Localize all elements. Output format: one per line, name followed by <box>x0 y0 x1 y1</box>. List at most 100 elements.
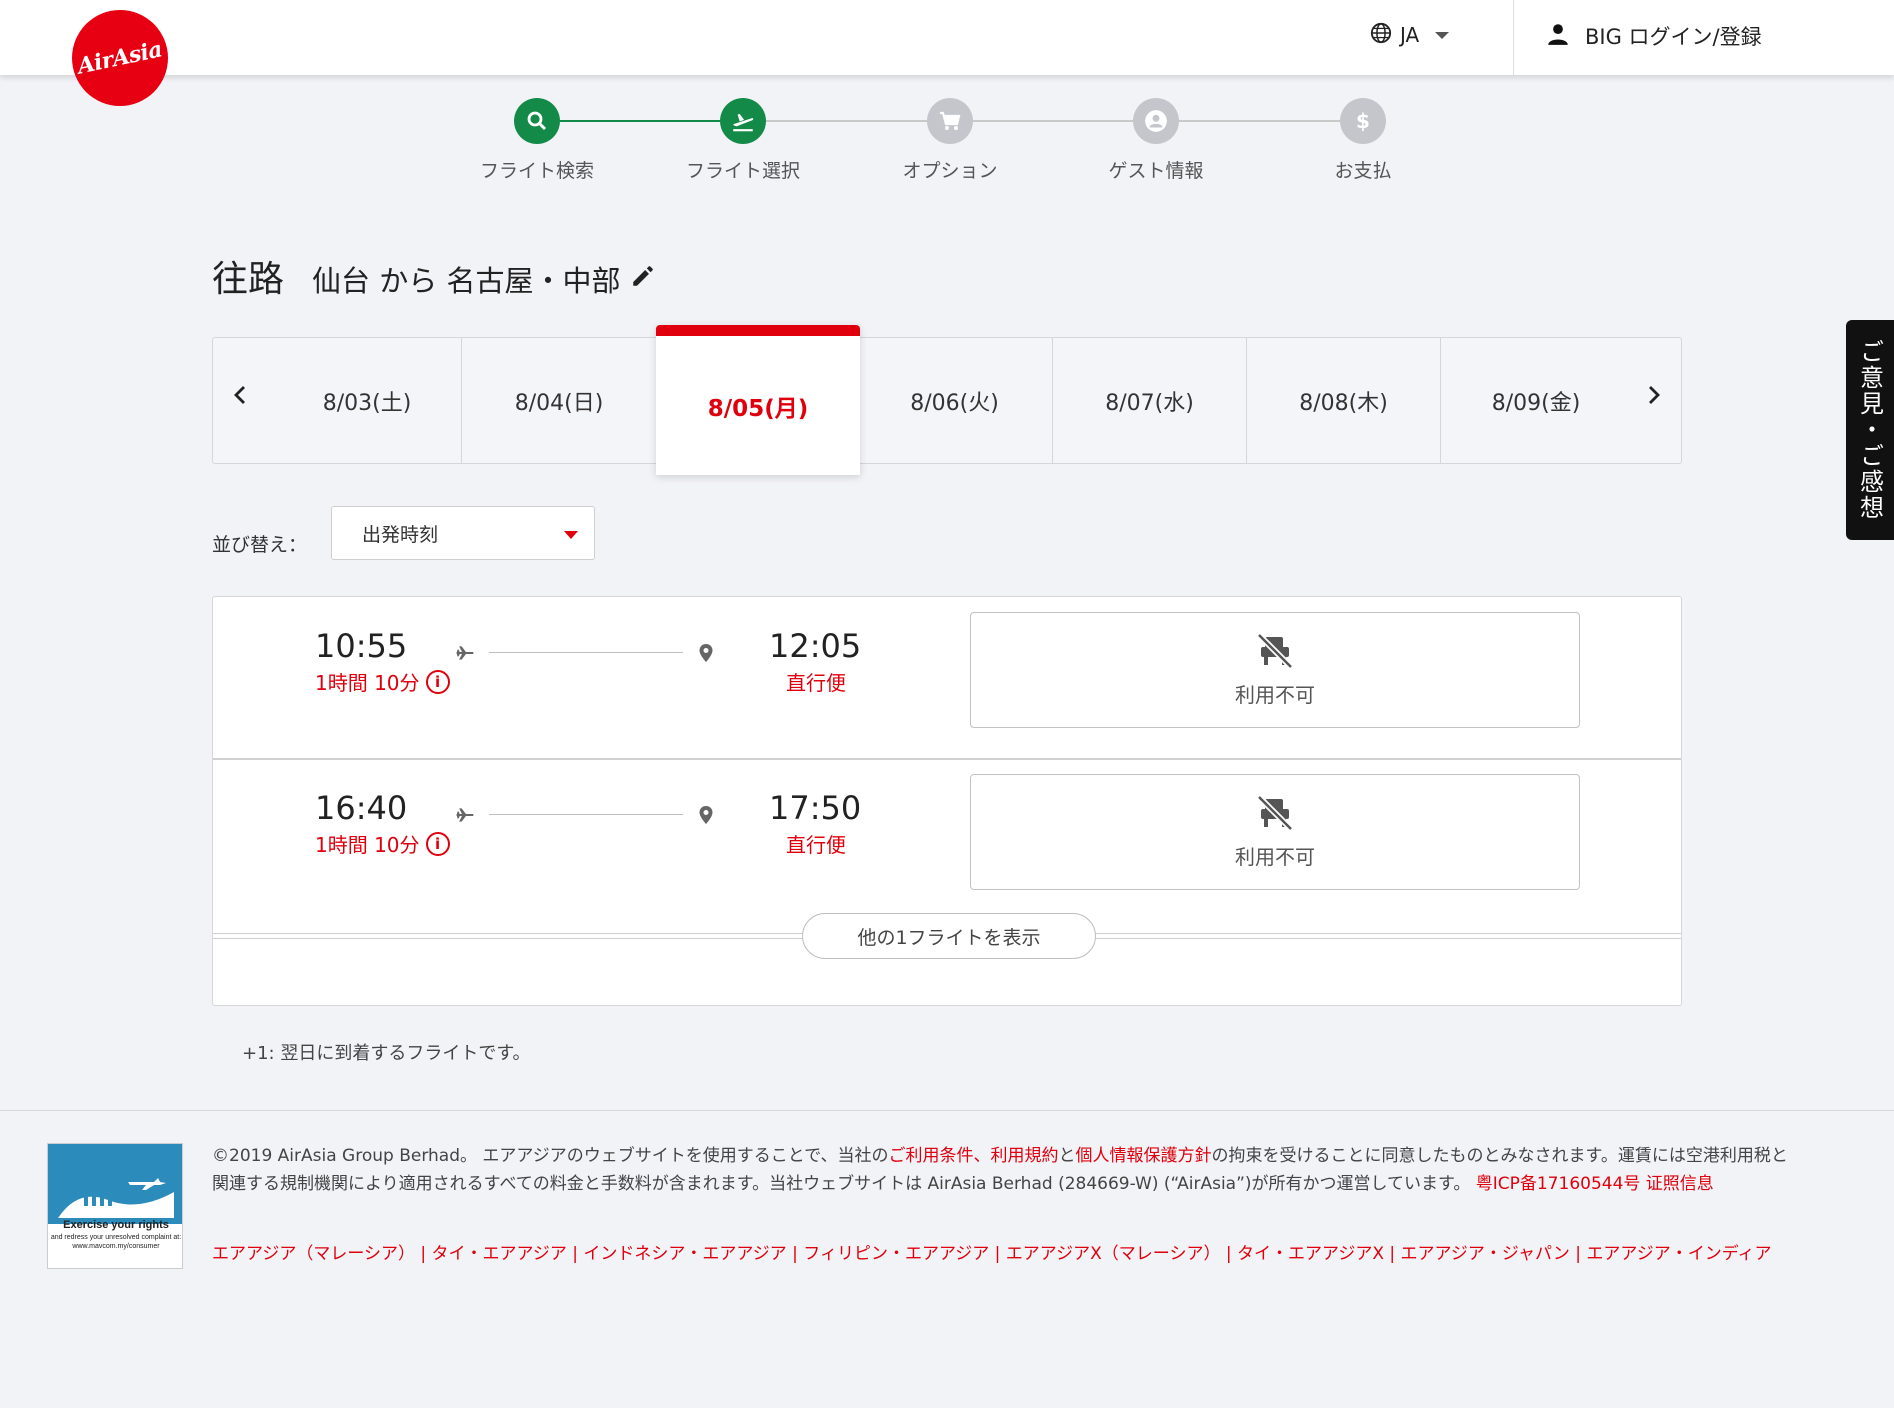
flight-type: 直行便 <box>786 671 846 695</box>
step-flight-search[interactable]: フライト検索 <box>447 98 627 183</box>
duration-text: 1時間 10分 <box>315 671 420 695</box>
separator: 、 <box>973 1146 991 1166</box>
svg-text:$: $ <box>1356 109 1370 133</box>
affiliate-link[interactable]: エアアジア（マレーシア） <box>212 1244 415 1264</box>
feedback-tab[interactable]: ご意見・ご感想 <box>1846 320 1894 540</box>
step-label: フライト検索 <box>479 160 594 182</box>
depart-time: 10:55 <box>315 627 408 665</box>
chevron-down-icon <box>564 531 578 539</box>
sort-label: 並び替え： <box>212 534 308 556</box>
cart-icon <box>927 98 973 144</box>
step-label: お支払 <box>1334 160 1392 182</box>
route-heading: 仙台 から 名古屋・中部 <box>312 258 656 300</box>
no-seat-icon <box>1255 632 1295 673</box>
flight-type: 直行便 <box>786 833 846 857</box>
page-title: 往路 仙台 から 名古屋・中部 <box>212 250 656 302</box>
terms-link[interactable]: ご利用条件 <box>889 1146 974 1166</box>
step-label: フライト選択 <box>685 160 800 182</box>
person-icon <box>1545 21 1571 52</box>
plane-icon <box>455 805 475 829</box>
show-more-flights-button[interactable]: 他の1フライトを表示 <box>802 913 1096 959</box>
step-label: オプション <box>902 160 998 182</box>
chevron-down-icon <box>1435 31 1450 39</box>
mavcom-badge[interactable]: Exercise your rights and redress your un… <box>47 1143 183 1269</box>
airasia-logo[interactable]: AirAsia <box>72 10 168 106</box>
sort-value: 出発時刻 <box>362 523 439 546</box>
edit-route-icon[interactable] <box>630 262 656 296</box>
rules-link[interactable]: 利用規約 <box>991 1146 1059 1166</box>
flight-duration: 1時間 10分 i <box>315 829 450 858</box>
fare-unavailable[interactable]: 利用不可 <box>970 774 1580 890</box>
logo-text: AirAsia <box>75 36 165 80</box>
unavailable-label: 利用不可 <box>1235 682 1315 707</box>
affiliate-link[interactable]: タイ・エアアジアX <box>1237 1244 1384 1264</box>
step-guest-info[interactable]: ゲスト情報 <box>1066 98 1246 183</box>
arrive-time: 17:50 <box>769 789 862 827</box>
affiliate-link[interactable]: フィリピン・エアアジア <box>803 1244 989 1264</box>
affiliate-link[interactable]: インドネシア・エアアジア <box>583 1244 786 1264</box>
date-tab[interactable]: 8/07(水) <box>1053 338 1247 463</box>
feedback-label: ご意見・ご感想 <box>1855 339 1884 521</box>
no-seat-icon <box>1255 794 1295 835</box>
step-options[interactable]: オプション <box>860 98 1040 183</box>
duration-text: 1時間 10分 <box>315 833 420 857</box>
flight-list: 10:55 1時間 10分 i 12:05 直行便 利用不可 16:40 1時間… <box>212 596 1682 1006</box>
dollar-icon: $ <box>1340 98 1386 144</box>
footer-legal-text: ©2019 AirAsia Group Berhad。 エアアジアのウェブサイト… <box>212 1142 1792 1198</box>
language-selector[interactable]: JA <box>1370 20 1450 50</box>
date-tab[interactable]: 8/08(木) <box>1247 338 1441 463</box>
login-button[interactable]: BIG ログイン/登録 <box>1545 20 1762 52</box>
route-line <box>489 814 683 815</box>
top-header: JA BIG ログイン/登録 <box>0 0 1894 75</box>
unavailable-label: 利用不可 <box>1235 844 1315 869</box>
next-day-note: +1: 翌日に到着するフライトです。 <box>242 1043 531 1064</box>
date-tab[interactable]: 8/03(土) <box>273 338 462 463</box>
info-icon[interactable]: i <box>425 669 450 694</box>
date-tab[interactable]: 8/04(日) <box>462 338 657 463</box>
flight-row: 10:55 1時間 10分 i 12:05 直行便 利用不可 <box>213 597 1681 759</box>
route-text: 仙台 から 名古屋・中部 <box>312 264 621 298</box>
chevron-right-icon[interactable] <box>1639 380 1669 410</box>
date-tab[interactable]: 8/06(火) <box>857 338 1053 463</box>
language-label: JA <box>1400 23 1420 47</box>
affiliate-link[interactable]: タイ・エアアジア <box>432 1244 567 1264</box>
depart-time: 16:40 <box>315 789 408 827</box>
flight-duration: 1時間 10分 i <box>315 667 450 696</box>
booking-stepper: フライト検索 フライト選択 オプション ゲスト情報 $ お支払 <box>0 98 1894 188</box>
step-label: ゲスト情報 <box>1108 160 1204 182</box>
info-icon[interactable]: i <box>425 831 450 856</box>
header-divider <box>1513 0 1514 75</box>
affiliate-link[interactable]: エアアジア・インディア <box>1586 1244 1771 1264</box>
globe-icon <box>1370 22 1392 49</box>
location-pin-icon <box>698 805 714 829</box>
location-pin-icon <box>698 643 714 667</box>
search-icon <box>514 98 560 144</box>
copyright-text: ©2019 AirAsia Group Berhad。 エアアジアのウェブサイト… <box>212 1146 889 1166</box>
step-payment[interactable]: $ お支払 <box>1273 98 1453 183</box>
arrive-time: 12:05 <box>769 627 862 665</box>
separator: と <box>1058 1146 1076 1166</box>
date-tab[interactable]: 8/09(金) <box>1441 338 1631 463</box>
privacy-link[interactable]: 個人情報保護方針 <box>1076 1146 1212 1166</box>
footer-divider <box>0 1110 1894 1111</box>
footer-affiliate-links: エアアジア（マレーシア） | タイ・エアアジア | インドネシア・エアアジア |… <box>212 1244 1772 1264</box>
affiliate-link[interactable]: エアアジア・ジャパン <box>1401 1244 1570 1264</box>
direction-label: 往路 <box>212 259 285 300</box>
plane-takeoff-icon <box>720 98 766 144</box>
badge-title: Exercise your rights <box>63 1219 169 1231</box>
affiliate-link[interactable]: エアアジアX（マレーシア） <box>1006 1244 1221 1264</box>
badge-subtitle: and redress your unresolved complaint at… <box>50 1234 182 1250</box>
route-line <box>489 652 683 653</box>
person-icon <box>1133 98 1179 144</box>
flight-row: 16:40 1時間 10分 i 17:50 直行便 利用不可 <box>213 760 1681 922</box>
date-tab-selected[interactable]: 8/05(月) <box>656 325 860 475</box>
login-label: BIG ログイン/登録 <box>1585 25 1762 49</box>
sort-dropdown[interactable]: 出発時刻 <box>331 506 595 560</box>
airplane-icon <box>58 1178 174 1218</box>
date-selector: 8/03(土) 8/04(日) 8/06(火) 8/07(水) 8/08(木) … <box>212 337 1682 464</box>
step-flight-select[interactable]: フライト選択 <box>653 98 833 183</box>
plane-icon <box>455 643 475 667</box>
fare-unavailable[interactable]: 利用不可 <box>970 612 1580 728</box>
chevron-left-icon[interactable] <box>225 380 255 410</box>
icp-link[interactable]: 粤ICP备17160544号 证照信息 <box>1476 1174 1714 1194</box>
